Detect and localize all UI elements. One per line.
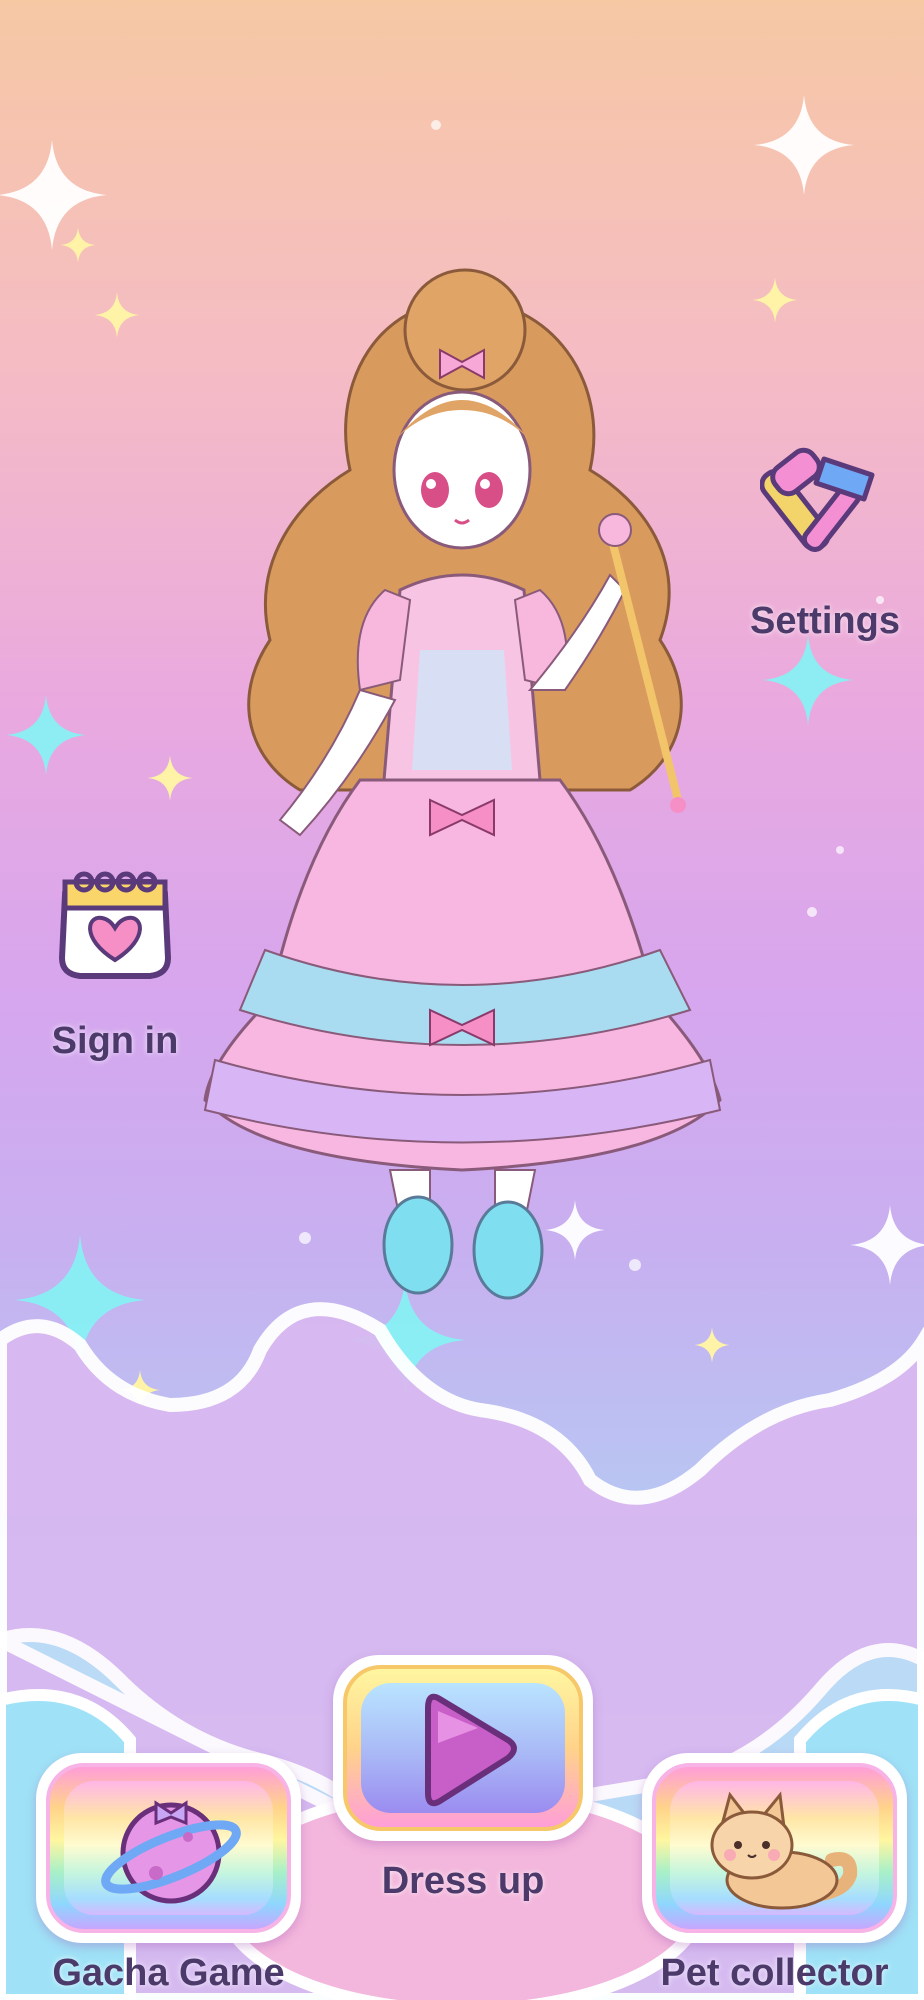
planet-icon [101,1800,241,1904]
settings-button[interactable]: Settings [740,445,900,645]
sign-in-label: Sign in [51,1020,179,1062]
pet-collector-label: Pet collector [660,1952,889,1994]
pet-collector-button[interactable] [642,1753,907,1943]
sign-in-button[interactable]: Sign in [30,860,200,1070]
dress-up-label: Dress up [381,1860,545,1902]
cat-icon [710,1791,858,1910]
calendar-heart-icon [58,871,172,979]
settings-label: Settings [750,600,900,642]
dress-up-button[interactable] [333,1655,593,1841]
play-icon [425,1693,517,1807]
tools-icon [760,447,875,552]
gacha-game-label: Gacha Game [52,1952,285,1994]
gacha-game-button[interactable] [36,1753,301,1943]
